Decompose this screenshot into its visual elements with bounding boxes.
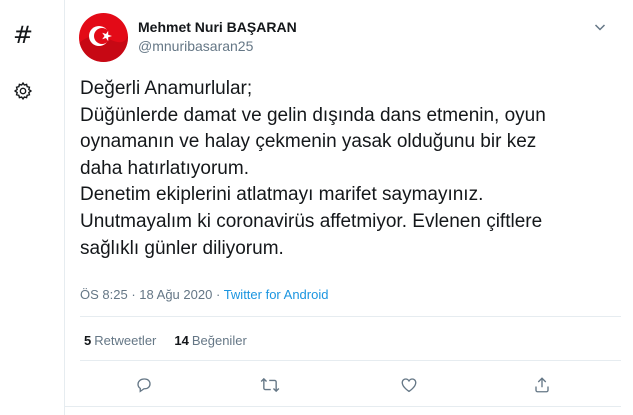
tweet-detail: Mehmet Nuri BAŞARAN @mnuribasaran25 Değe… — [65, 0, 621, 415]
author-handle[interactable]: @mnuribasaran25 — [138, 38, 253, 54]
left-sidebar: # — [0, 0, 64, 415]
tweet-time[interactable]: ÖS 8:25 — [80, 287, 128, 302]
gear-icon[interactable] — [8, 76, 38, 106]
meta-separator: · — [131, 287, 136, 302]
tweet-text-line: Düğünlerde damat ve gelin dışında dans e… — [80, 104, 546, 126]
divider — [80, 360, 621, 361]
tweet-actions — [65, 370, 621, 400]
retweet-label: Retweetler — [94, 333, 157, 348]
retweet-count: 5 — [84, 333, 92, 348]
reply-icon[interactable] — [132, 373, 156, 397]
divider — [80, 316, 621, 317]
likes-stat[interactable]: 14 Beğeniler — [174, 333, 246, 348]
tweet-text-line: oynamanın ve halay çekmenin yasak olduğu… — [80, 131, 537, 153]
author-name[interactable]: Mehmet Nuri BAŞARAN — [138, 19, 297, 35]
retweets-stat[interactable]: 5 Retweetler — [84, 333, 156, 348]
share-icon[interactable] — [530, 373, 554, 397]
tweet-text-line: sağlıklı günler diliyorum. — [80, 237, 284, 259]
divider — [65, 406, 621, 407]
like-label: Beğeniler — [191, 333, 247, 348]
tweet-text-line: Değerli Anamurlular; — [80, 78, 253, 99]
chevron-down-icon[interactable] — [589, 16, 611, 38]
tweet-text: Değerli Anamurlular; Düğünlerde damat ve… — [80, 76, 615, 262]
like-icon[interactable] — [397, 373, 421, 397]
tweet-text-line: daha hatırlatıyorum. — [80, 157, 249, 179]
tweet-meta: ÖS 8:25 · 18 Ağu 2020 · Twitter for Andr… — [80, 287, 328, 302]
like-count: 14 — [174, 333, 189, 348]
tweet-date[interactable]: 18 Ağu 2020 — [139, 287, 212, 302]
hashtag-icon[interactable]: # — [8, 20, 38, 50]
avatar[interactable] — [79, 13, 128, 62]
tweet-source-link[interactable]: Twitter for Android — [224, 287, 329, 302]
tweet-text-line: Unutmayalım ki coronavirüs affetmiyor. E… — [80, 210, 543, 232]
meta-separator: · — [215, 287, 221, 302]
tweet-stats: 5 Retweetler 14 Beğeniler — [84, 333, 247, 348]
retweet-icon[interactable] — [258, 373, 282, 397]
tweet-text-line: Denetim ekiplerini atlatmayı marifet say… — [80, 184, 484, 206]
